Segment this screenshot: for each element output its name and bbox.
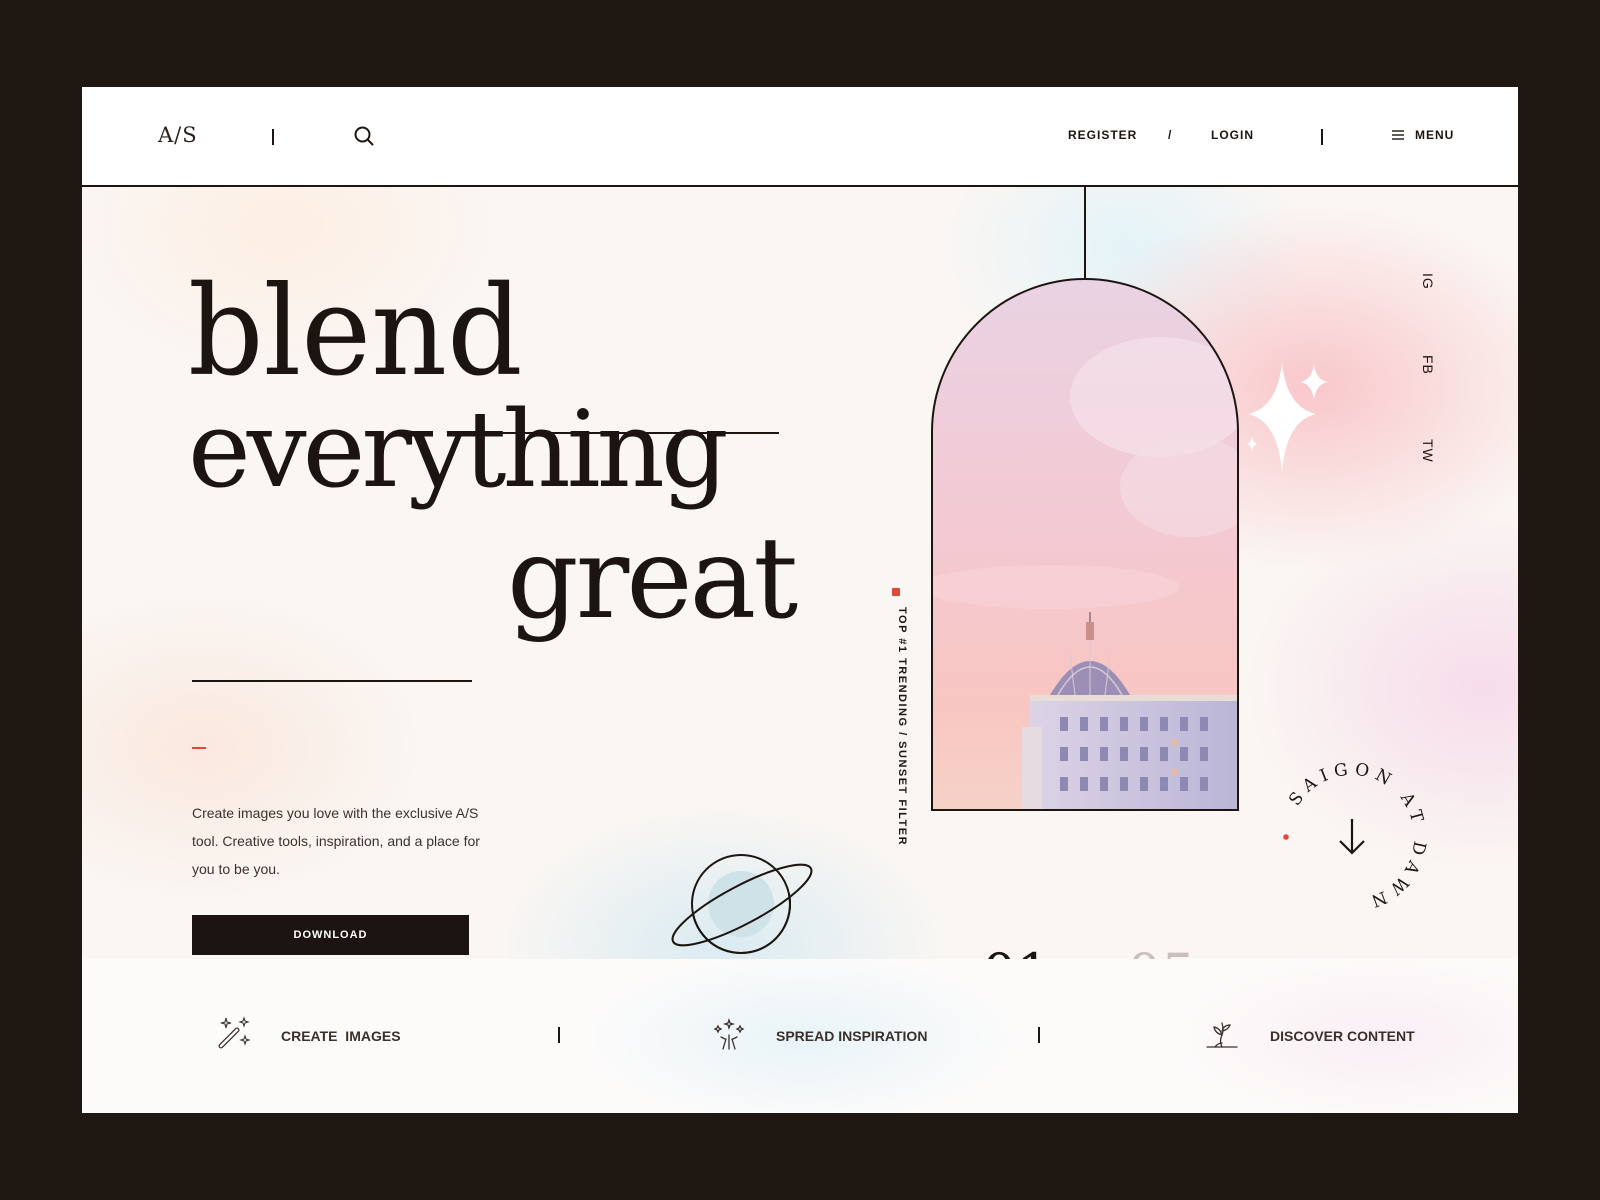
sprout-icon xyxy=(1206,1022,1238,1048)
download-button[interactable]: DOWNLOAD xyxy=(192,915,469,955)
feature-create-images[interactable]: CREATE IMAGES xyxy=(281,1028,401,1044)
headline-line-3: great xyxy=(507,514,798,644)
hanging-line xyxy=(1084,187,1086,279)
top-header: A/S REGISTER / LOGIN MENU xyxy=(82,87,1518,187)
headline-line-2: everything xyxy=(188,388,729,511)
login-link[interactable]: LOGIN xyxy=(1211,128,1254,142)
search-icon[interactable] xyxy=(353,125,375,147)
scroll-badge[interactable]: SAIGON AT DAWN xyxy=(1272,757,1432,917)
feature-discover-content[interactable]: DISCOVER CONTENT xyxy=(1270,1028,1415,1044)
hamburger-icon[interactable] xyxy=(1392,130,1404,140)
menu-button[interactable]: MENU xyxy=(1415,128,1454,142)
trending-label: TOP #1 TRENDING / SUNSET FILTER xyxy=(896,607,908,847)
register-link[interactable]: REGISTER xyxy=(1068,128,1137,142)
magic-wand-icon xyxy=(218,1016,251,1049)
badge-text: SAIGON AT DAWN xyxy=(1285,759,1423,912)
featured-arch-image[interactable] xyxy=(930,277,1240,812)
page-card: A/S REGISTER / LOGIN MENU blend everythi… xyxy=(82,87,1518,1113)
sparkle-icon xyxy=(1247,362,1328,472)
headline-line-1: blend xyxy=(188,258,523,404)
social-facebook[interactable]: FB xyxy=(1420,355,1436,375)
svg-text:SAIGON AT DAWN: SAIGON AT DAWN xyxy=(1285,759,1429,912)
header-divider xyxy=(272,129,274,145)
social-twitter[interactable]: TW xyxy=(1420,439,1436,463)
feature-divider-1 xyxy=(558,1027,560,1043)
hero-description: Create images you love with the exclusiv… xyxy=(192,805,480,877)
nav-separator: / xyxy=(1168,128,1173,142)
feature-divider-2 xyxy=(1038,1027,1040,1043)
logo[interactable]: A/S xyxy=(158,123,198,147)
fireworks-icon xyxy=(713,1017,745,1050)
headline-rule-bottom xyxy=(192,680,472,682)
accent-dash xyxy=(192,747,206,749)
hero-section: blend everything great Create images you… xyxy=(82,187,1518,1001)
planet-icon xyxy=(671,854,813,955)
arrow-down-icon xyxy=(1339,819,1365,855)
feature-spread-inspiration[interactable]: SPREAD INSPIRATION xyxy=(776,1028,927,1044)
badge-dot xyxy=(1283,834,1289,840)
social-instagram[interactable]: IG xyxy=(1420,273,1436,290)
trend-marker xyxy=(892,588,900,596)
features-bar: CREATE IMAGES SPREAD INSPIRATION DISCOVE… xyxy=(82,959,1518,1113)
header-divider-right xyxy=(1321,129,1323,145)
